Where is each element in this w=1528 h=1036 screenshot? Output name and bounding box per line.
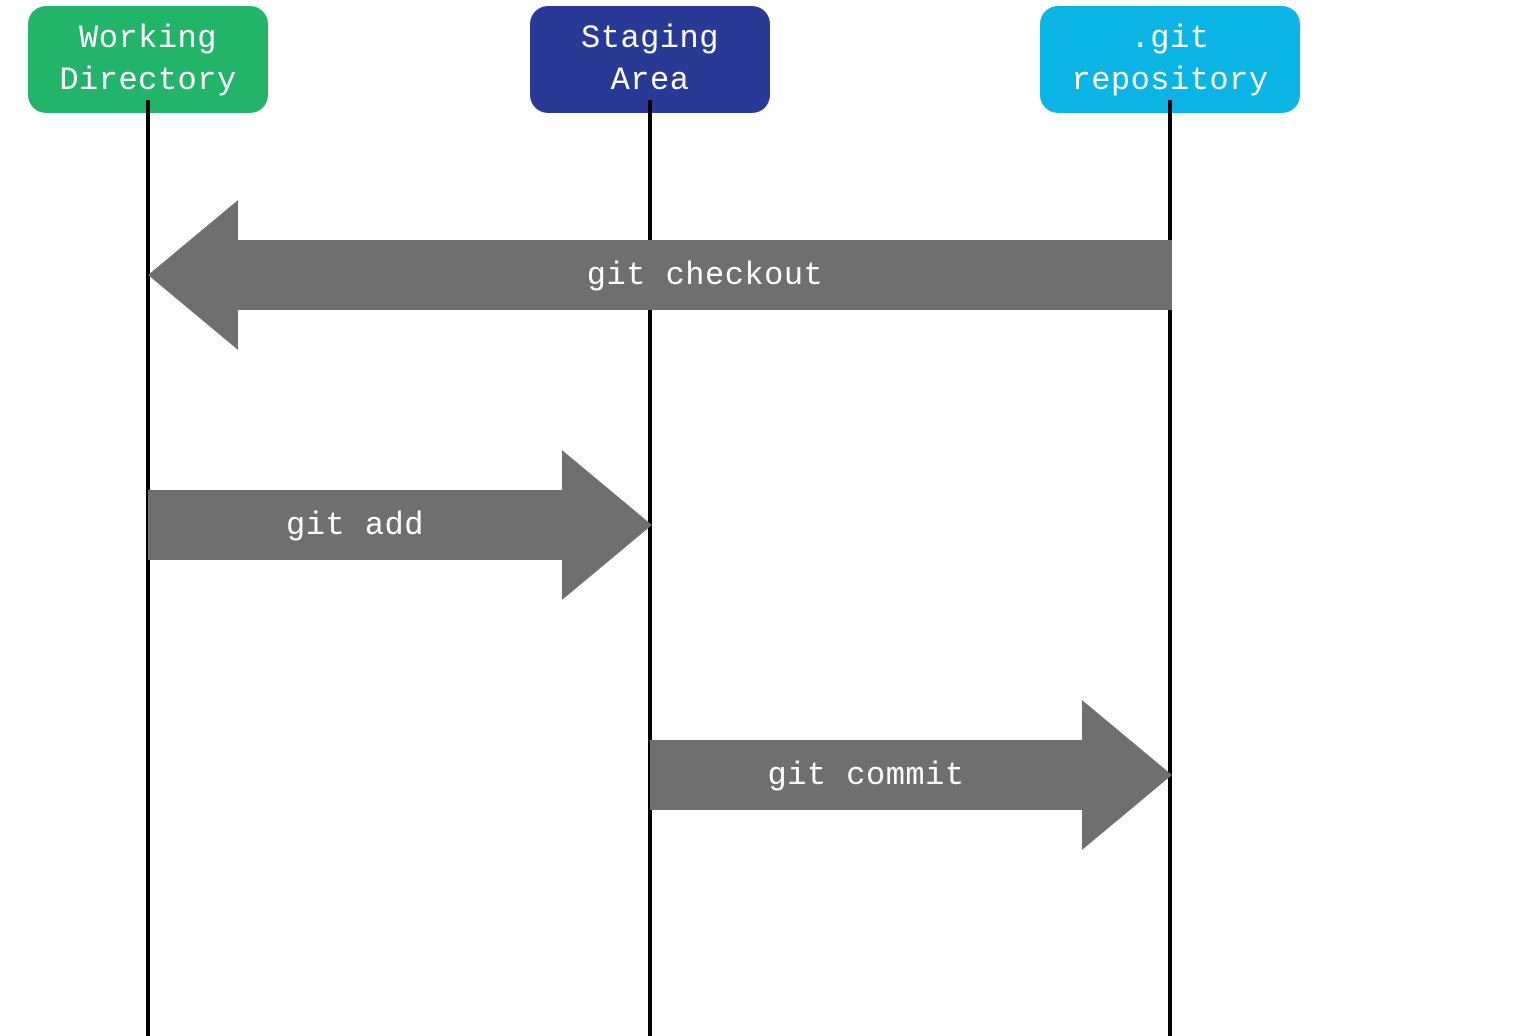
arrow-body-add: git add <box>148 490 562 560</box>
lane-header-repo: .git repository <box>1040 6 1300 113</box>
lane-label-line2: repository <box>1071 60 1268 102</box>
lane-label-line1: Working <box>79 18 217 60</box>
arrow-body-commit: git commit <box>650 740 1082 810</box>
arrow-head-right-icon <box>562 450 652 600</box>
arrow-add: git add <box>148 450 652 600</box>
arrow-body-checkout: git checkout <box>238 240 1172 310</box>
lane-header-staging: Staging Area <box>530 6 770 113</box>
arrow-commit: git commit <box>650 700 1172 850</box>
lane-header-working: Working Directory <box>28 6 268 113</box>
arrow-head-left-icon <box>148 200 238 350</box>
arrow-checkout: git checkout <box>148 200 1172 350</box>
arrow-label: git commit <box>767 757 964 794</box>
arrow-label: git add <box>286 507 424 544</box>
arrow-label: git checkout <box>587 257 823 294</box>
lane-label-line1: .git <box>1131 18 1210 60</box>
arrow-head-right-icon <box>1082 700 1172 850</box>
lane-label-line1: Staging <box>581 18 719 60</box>
lane-label-line2: Directory <box>59 60 236 102</box>
lane-label-line2: Area <box>611 60 690 102</box>
